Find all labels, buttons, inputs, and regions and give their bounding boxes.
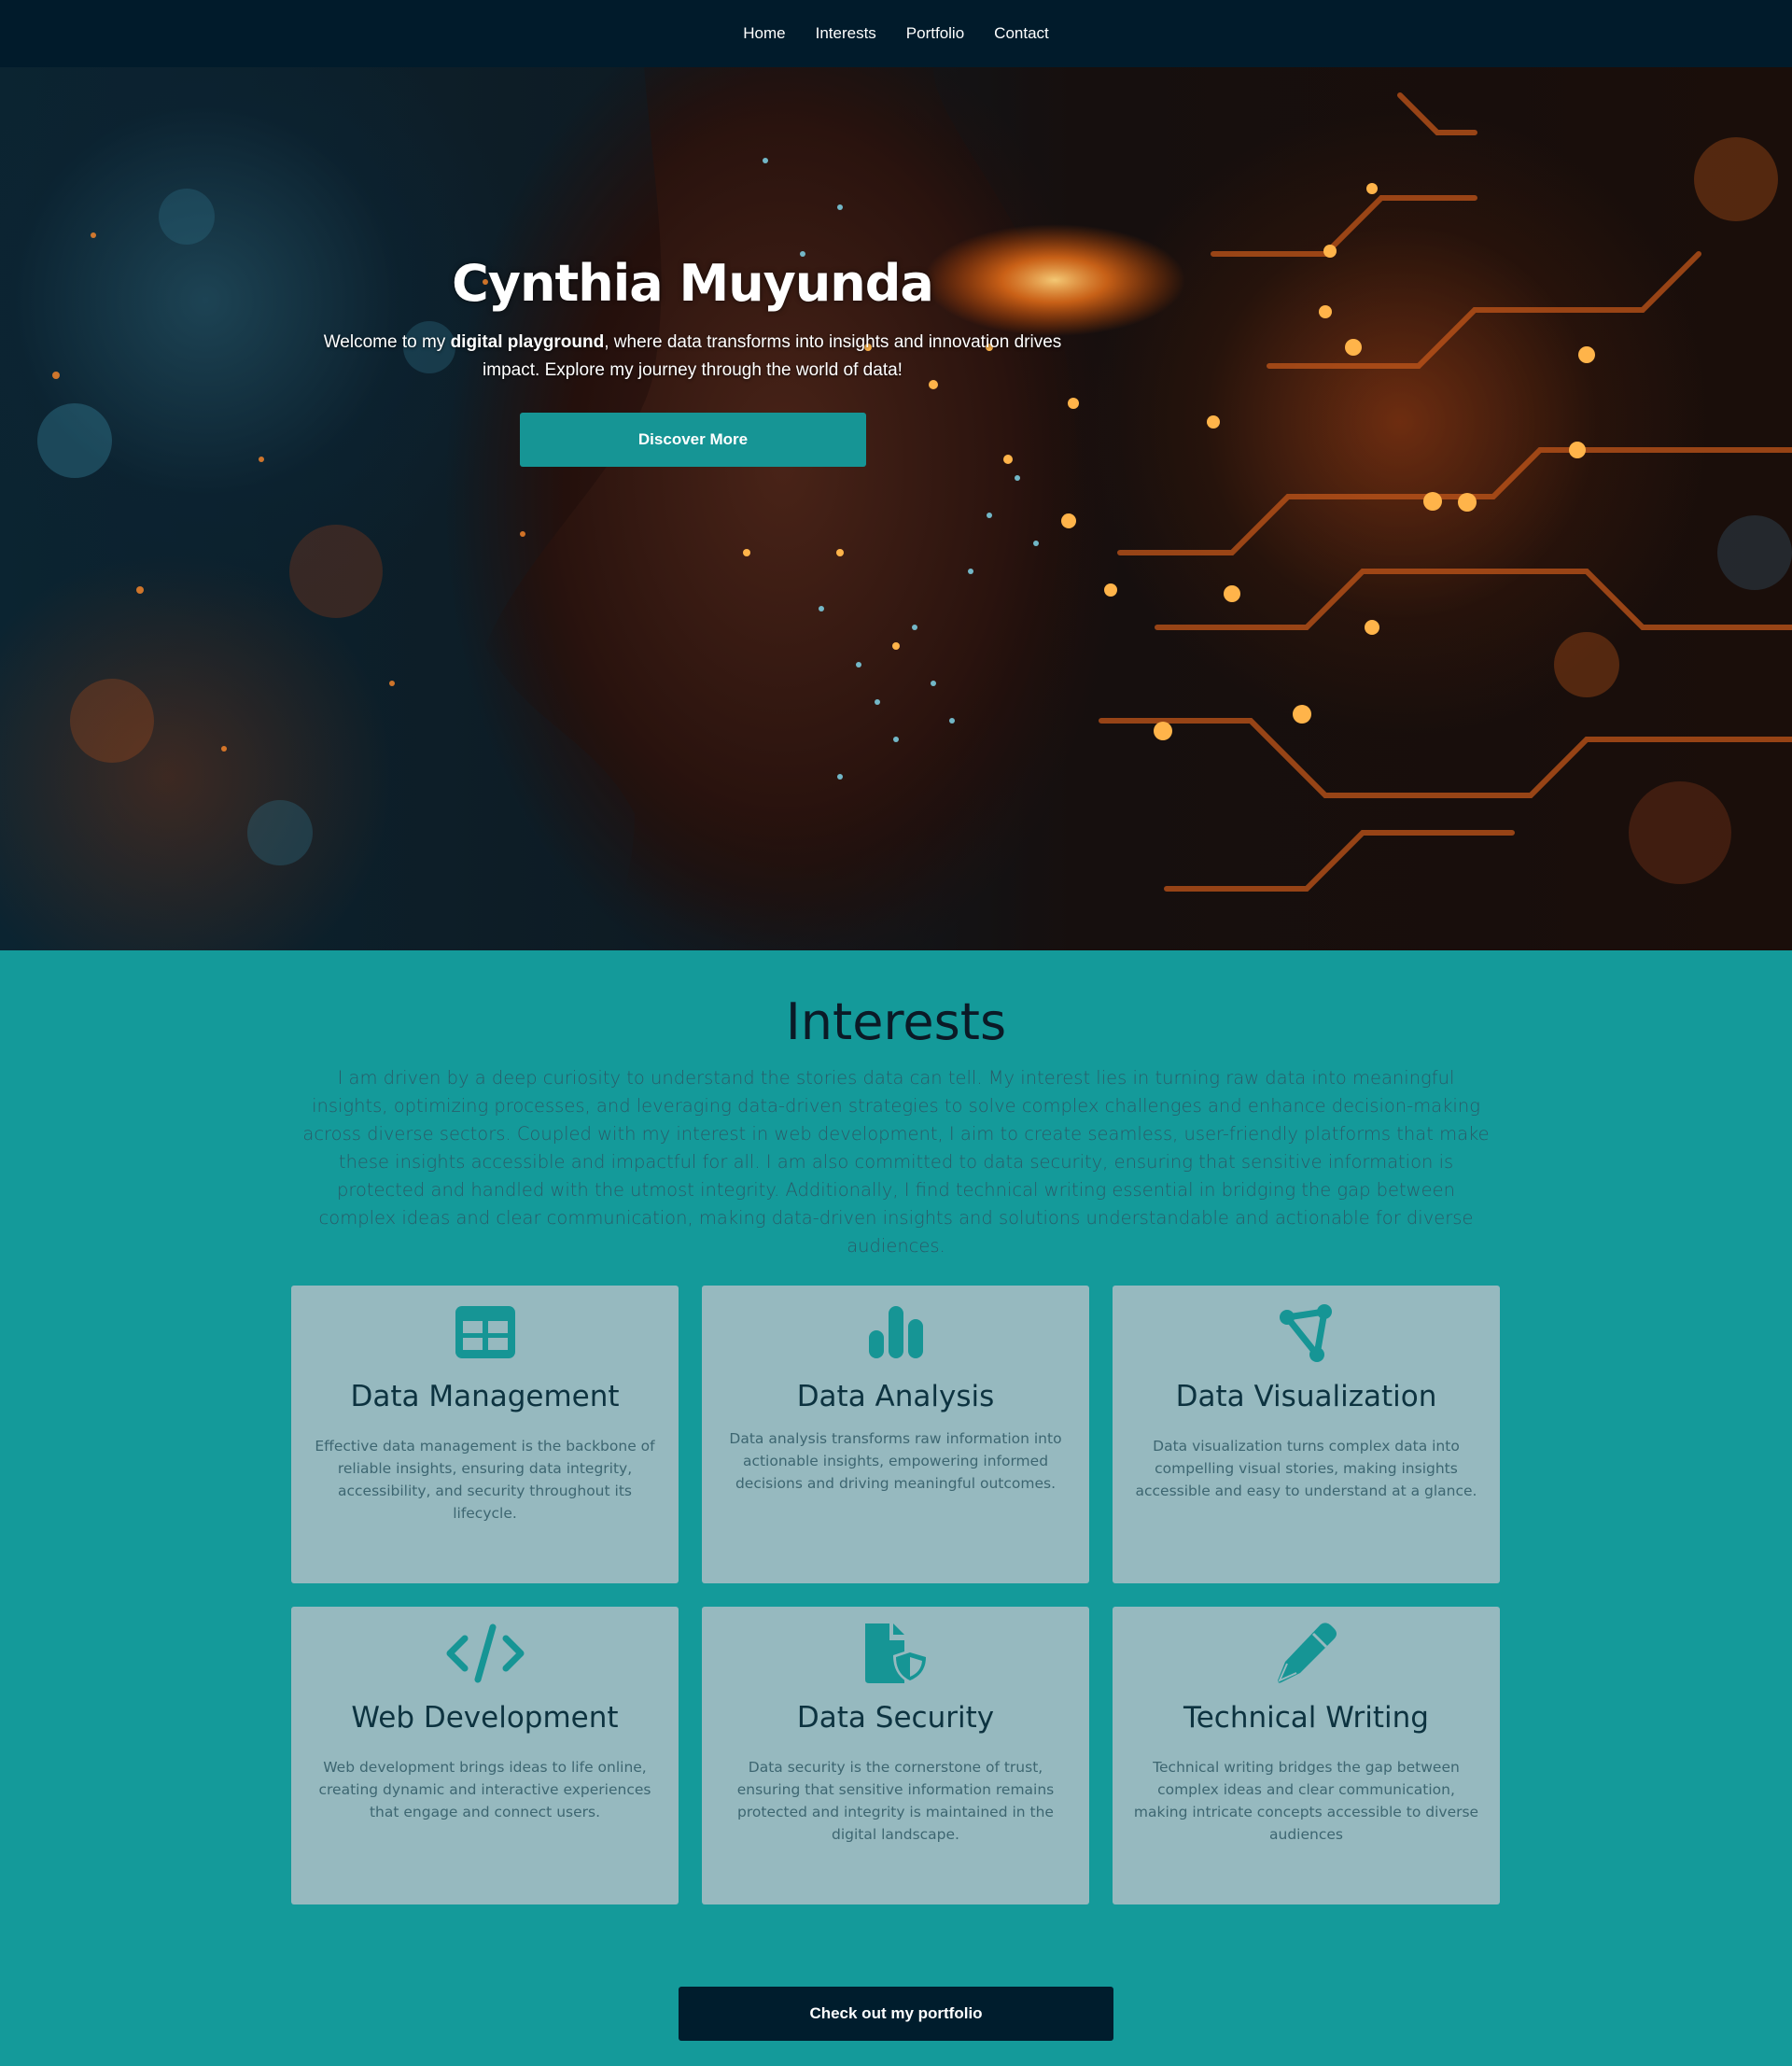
nav-home-link[interactable]: Home [743, 24, 785, 43]
hero-subtitle-bold: digital playground [450, 332, 605, 352]
hero-background-image [37, 67, 1792, 950]
hero-section: Cynthia Muyunda Welcome to my digital pl… [0, 67, 1792, 950]
card-text: Technical writing bridges the gap betwee… [1133, 1759, 1479, 1843]
check-portfolio-button[interactable]: Check out my portfolio [679, 1987, 1113, 2041]
card-web-development: Web Development Web development brings i… [291, 1607, 679, 1904]
vector-nodes-icon [1113, 1302, 1500, 1362]
card-text: Data security is the cornerstone of trus… [736, 1759, 1055, 1843]
interests-title: Interests [785, 992, 1007, 1051]
hero-title: Cynthia Muyunda [452, 254, 934, 313]
hero-subtitle-pre: Welcome to my [323, 332, 451, 352]
card-title: Data Visualization [1175, 1380, 1437, 1413]
file-shield-icon [702, 1623, 1089, 1683]
card-text: Data visualization turns complex data in… [1135, 1438, 1477, 1499]
nav-portfolio-link[interactable]: Portfolio [906, 24, 964, 43]
card-technical-writing: Technical Writing Technical writing brid… [1113, 1607, 1500, 1904]
card-text: Web development brings ideas to life onl… [318, 1759, 651, 1820]
code-icon [291, 1623, 679, 1683]
interests-description: I am driven by a deep curiosity to under… [302, 1067, 1490, 1257]
pen-icon [1113, 1623, 1500, 1683]
card-data-security: Data Security Data security is the corne… [702, 1607, 1089, 1904]
card-text: Effective data management is the backbon… [315, 1438, 655, 1522]
card-text: Data analysis transforms raw information… [729, 1430, 1062, 1492]
bar-chart-icon [702, 1302, 1089, 1362]
nav-contact-link[interactable]: Contact [994, 24, 1049, 43]
card-data-visualization: Data Visualization Data visualization tu… [1113, 1286, 1500, 1583]
hero-subtitle: Welcome to my digital playground, where … [319, 329, 1066, 385]
top-nav: Home Interests Portfolio Contact [0, 0, 1792, 67]
interest-cards: Data Management Effective data managemen… [291, 1286, 1501, 1904]
card-title: Data Analysis [796, 1380, 995, 1413]
card-data-management: Data Management Effective data managemen… [291, 1286, 679, 1583]
table-icon [291, 1302, 679, 1362]
nav-interests-link[interactable]: Interests [816, 24, 876, 43]
card-title: Data Management [350, 1380, 620, 1413]
card-data-analysis: Data Analysis Data analysis transforms r… [702, 1286, 1089, 1583]
card-title: Data Security [796, 1701, 995, 1735]
card-title: Technical Writing [1183, 1701, 1429, 1735]
discover-more-button[interactable]: Discover More [520, 413, 866, 467]
card-title: Web Development [351, 1701, 619, 1735]
